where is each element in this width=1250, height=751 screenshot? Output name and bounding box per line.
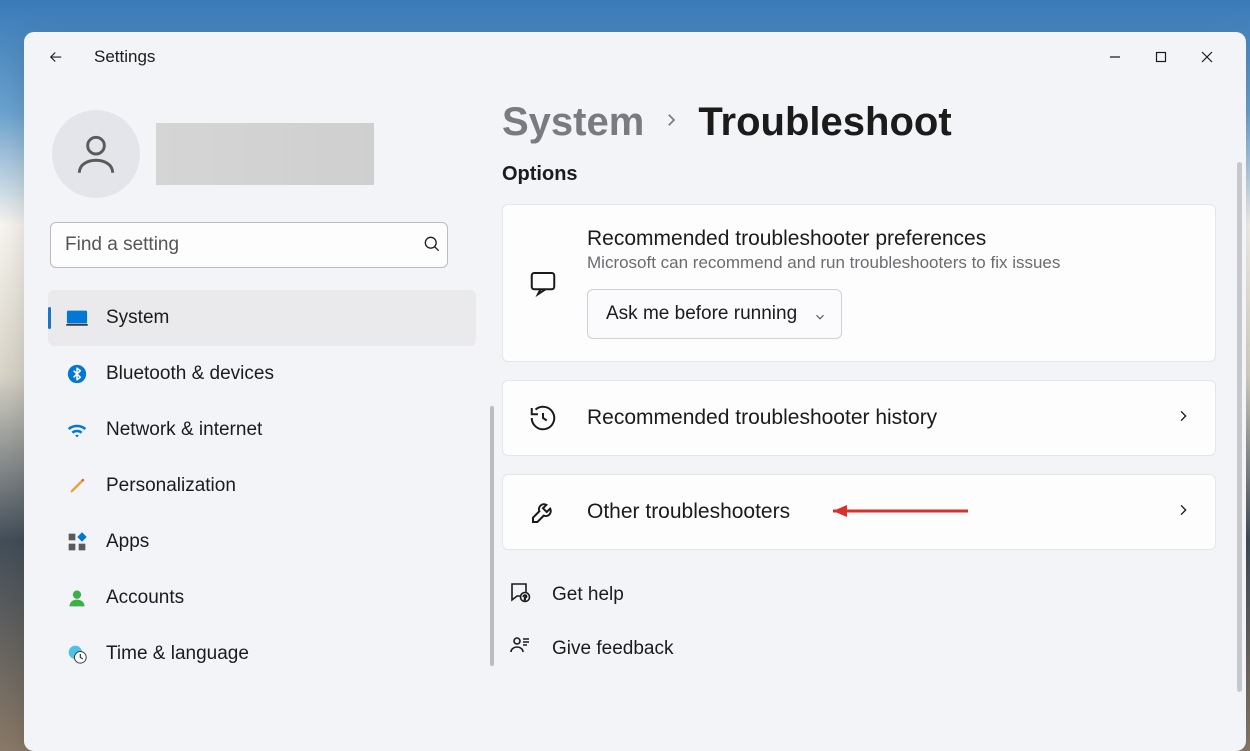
card-title: Recommended troubleshooter preferences (587, 227, 1191, 251)
app-title: Settings (94, 47, 155, 67)
person-icon (66, 587, 88, 609)
wrench-icon (527, 497, 559, 527)
card-title: Recommended troubleshooter history (587, 406, 1147, 430)
chevron-right-icon (1175, 502, 1191, 523)
profile-row[interactable] (24, 98, 484, 222)
help-icon: ? (508, 580, 532, 610)
breadcrumb: System Troubleshoot (502, 100, 1216, 145)
maximize-button[interactable] (1138, 41, 1184, 73)
card-title: Other troubleshooters (587, 500, 1147, 524)
system-icon (66, 307, 88, 329)
get-help-link[interactable]: ? Get help (502, 568, 1216, 622)
sidebar-item-label: System (106, 307, 169, 329)
search-input[interactable] (50, 222, 448, 268)
sidebar-item-label: Time & language (106, 643, 249, 665)
chevron-right-icon (1175, 408, 1191, 429)
card-troubleshooter-preferences[interactable]: Recommended troubleshooter preferences M… (502, 204, 1216, 362)
breadcrumb-current: Troubleshoot (698, 100, 951, 145)
history-icon (527, 403, 559, 433)
avatar (52, 110, 140, 198)
minimize-button[interactable] (1092, 41, 1138, 73)
back-button[interactable] (40, 41, 72, 73)
sidebar-item-label: Apps (106, 531, 149, 553)
sidebar-item-accounts[interactable]: Accounts (48, 570, 476, 626)
sidebar-item-label: Personalization (106, 475, 236, 497)
content-scrollbar[interactable] (1237, 162, 1242, 692)
close-button[interactable] (1184, 41, 1230, 73)
sidebar-item-network[interactable]: Network & internet (48, 402, 476, 458)
chevron-down-icon (813, 308, 827, 330)
sidebar-item-label: Network & internet (106, 419, 262, 441)
sidebar-item-time-language[interactable]: Time & language (48, 626, 476, 682)
chat-icon (527, 268, 559, 298)
card-troubleshooter-history[interactable]: Recommended troubleshooter history (502, 380, 1216, 456)
username-redacted (156, 123, 374, 185)
preferences-dropdown[interactable]: Ask me before running (587, 289, 842, 339)
svg-text:?: ? (523, 595, 527, 602)
clock-globe-icon (66, 643, 88, 665)
settings-window: Settings (24, 32, 1246, 751)
sidebar-item-label: Accounts (106, 587, 184, 609)
sidebar-item-label: Bluetooth & devices (106, 363, 274, 385)
sidebar-item-personalization[interactable]: Personalization (48, 458, 476, 514)
bluetooth-icon (66, 363, 88, 385)
nav-list: System Bluetooth & devices Network & int… (24, 290, 484, 682)
card-other-troubleshooters[interactable]: Other troubleshooters (502, 474, 1216, 550)
feedback-icon (508, 634, 532, 664)
paintbrush-icon (66, 475, 88, 497)
sidebar-item-system[interactable]: System (48, 290, 476, 346)
breadcrumb-parent[interactable]: System (502, 100, 644, 145)
search-field[interactable] (50, 222, 458, 268)
titlebar: Settings (24, 32, 1246, 82)
card-sub: Microsoft can recommend and run troubles… (587, 253, 1191, 273)
give-feedback-link[interactable]: Give feedback (502, 622, 1216, 676)
dropdown-value: Ask me before running (606, 303, 797, 325)
feedback-label: Give feedback (552, 638, 673, 660)
search-icon (422, 234, 442, 259)
sidebar: System Bluetooth & devices Network & int… (24, 82, 484, 751)
help-label: Get help (552, 584, 624, 606)
content-area: System Troubleshoot Options Recommended … (484, 82, 1246, 751)
sidebar-item-apps[interactable]: Apps (48, 514, 476, 570)
chevron-right-icon (662, 111, 680, 134)
sidebar-item-bluetooth[interactable]: Bluetooth & devices (48, 346, 476, 402)
apps-icon (66, 531, 88, 553)
section-label: Options (502, 163, 1216, 186)
wifi-icon (66, 419, 88, 441)
